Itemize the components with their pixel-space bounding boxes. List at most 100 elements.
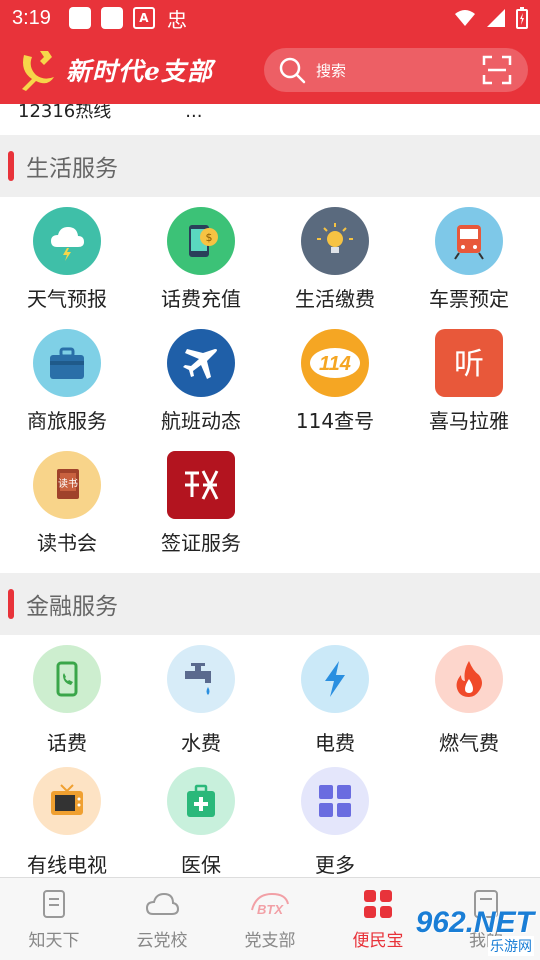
service-label: 生活缴费 [295, 287, 375, 311]
section-header-finance: 金融服务 [0, 573, 540, 635]
svg-text:读书: 读书 [58, 477, 78, 490]
service-label: 签证服务 [161, 531, 241, 555]
search-icon [279, 57, 306, 84]
service-label: 商旅服务 [27, 409, 107, 433]
grid-icon [364, 889, 392, 918]
cloud-icon [145, 892, 180, 915]
party-emblem-icon [22, 51, 54, 91]
svg-text:$: $ [206, 231, 213, 244]
bottom-tab-bar: 知天下 云党校 BTX 党支部 便民宝 我的 962.NET 乐游网 [0, 877, 540, 960]
finance-electric-bill[interactable]: 电费 [268, 645, 402, 767]
section-accent-bar [8, 589, 14, 619]
svg-text:听: 听 [454, 347, 484, 382]
signal-icon [487, 9, 505, 27]
service-phone-recharge[interactable]: $ 话费充值 [134, 207, 268, 329]
service-visa[interactable]: 签证服务 [134, 451, 268, 573]
service-label: 航班动态 [161, 409, 241, 433]
service-label: 喜马拉雅 [429, 409, 509, 433]
hotline-label[interactable]: 12316热线 [18, 104, 111, 121]
hotline-row[interactable]: 12316热线 ... [0, 104, 540, 135]
status-time: 3:19 [12, 6, 51, 29]
book-icon: 读书 [33, 451, 101, 519]
status-bar: 3:19 A 忠 [0, 0, 540, 36]
service-label: 车票预定 [429, 287, 509, 311]
briefcase-icon [33, 329, 101, 397]
flame-icon [435, 645, 503, 713]
finance-water-bill[interactable]: 水费 [134, 645, 268, 767]
finance-phone-bill[interactable]: 话费 [0, 645, 134, 767]
finance-gas-bill[interactable]: 燃气费 [402, 645, 536, 767]
tv-icon [33, 767, 101, 835]
tab-cloud-school[interactable]: 云党校 [108, 878, 216, 960]
service-label: 话费 [47, 731, 87, 755]
main-content[interactable]: 12316热线 ... 生活服务 天气预报 $ 话费充值 生活缴费 车票预定 商… [0, 104, 540, 877]
service-utilities[interactable]: 生活缴费 [268, 207, 402, 329]
weather-icon [33, 207, 101, 275]
section-header-life: 生活服务 [0, 135, 540, 197]
watermark-brand: 962.NET [415, 906, 534, 939]
wifi-icon [455, 10, 475, 26]
lightning-icon [301, 645, 369, 713]
tab-label: 党支部 [244, 930, 296, 951]
mobile-bill-icon [33, 645, 101, 713]
phone-recharge-icon: $ [167, 207, 235, 275]
tab-label: 云党校 [136, 930, 188, 951]
service-label: 更多 [315, 853, 355, 877]
app-title: 新时代e支部 [66, 57, 213, 86]
service-label: 读书会 [37, 531, 97, 555]
service-label: 电费 [315, 731, 355, 755]
train-icon [435, 207, 503, 275]
tab-news[interactable]: 知天下 [0, 878, 108, 960]
section-title: 金融服务 [26, 594, 118, 620]
app-header: 新时代e支部 搜索 [0, 36, 540, 104]
tab-label: 便民宝 [352, 930, 404, 951]
btx-icon: BTX [251, 892, 289, 917]
service-label: 114查号 [295, 409, 375, 433]
notification-icon-2 [100, 7, 123, 29]
service-label: 水费 [181, 731, 221, 755]
water-tap-icon [167, 645, 235, 713]
visa-icon [167, 451, 235, 519]
search-bar[interactable]: 搜索 [264, 48, 528, 92]
tab-party-branch[interactable]: BTX 党支部 [216, 878, 324, 960]
notification-icon [68, 7, 91, 29]
finance-medical-insurance[interactable]: 医保 [134, 767, 268, 877]
watermark-site: 乐游网 [488, 936, 534, 956]
document-icon [43, 889, 65, 918]
service-ximalaya[interactable]: 听 喜马拉雅 [402, 329, 536, 451]
app-logo: 新时代e支部 [14, 47, 213, 93]
medical-kit-icon [167, 767, 235, 835]
search-input[interactable]: 搜索 [316, 60, 346, 81]
service-flight[interactable]: 航班动态 [134, 329, 268, 451]
finance-more[interactable]: 更多 [268, 767, 402, 877]
114-icon: 114 [301, 329, 369, 397]
ximalaya-icon: 听 [435, 329, 503, 397]
hotline-more: ... [185, 104, 203, 122]
service-114[interactable]: 114 114查号 [268, 329, 402, 451]
finance-cable-tv[interactable]: 有线电视 [0, 767, 134, 877]
svg-text:BTX: BTX [257, 902, 284, 917]
more-grid-icon [301, 767, 369, 835]
a-badge-icon: A [132, 7, 155, 29]
svg-text:114: 114 [319, 353, 351, 375]
bug-icon: 忠 [166, 7, 187, 32]
life-services-grid: 天气预报 $ 话费充值 生活缴费 车票预定 商旅服务 航班动态 114 114查… [0, 197, 540, 573]
watermark: 962.NET 乐游网 [416, 906, 534, 956]
section-title: 生活服务 [26, 156, 118, 182]
section-accent-bar [8, 151, 14, 181]
service-business-travel[interactable]: 商旅服务 [0, 329, 134, 451]
service-label: 有线电视 [27, 853, 107, 877]
tab-label: 知天下 [28, 930, 80, 951]
lightbulb-icon [301, 207, 369, 275]
service-weather[interactable]: 天气预报 [0, 207, 134, 329]
battery-icon [516, 7, 528, 29]
finance-services-grid: 话费 水费 电费 燃气费 有线电视 医保 更多 [0, 635, 540, 877]
service-label: 话费充值 [161, 287, 241, 311]
service-book-club[interactable]: 读书 读书会 [0, 451, 134, 573]
service-train-ticket[interactable]: 车票预定 [402, 207, 536, 329]
service-label: 天气预报 [27, 287, 107, 311]
airplane-icon [167, 329, 235, 397]
service-label: 燃气费 [439, 731, 499, 755]
service-label: 医保 [181, 853, 221, 877]
scan-icon[interactable] [482, 55, 512, 85]
